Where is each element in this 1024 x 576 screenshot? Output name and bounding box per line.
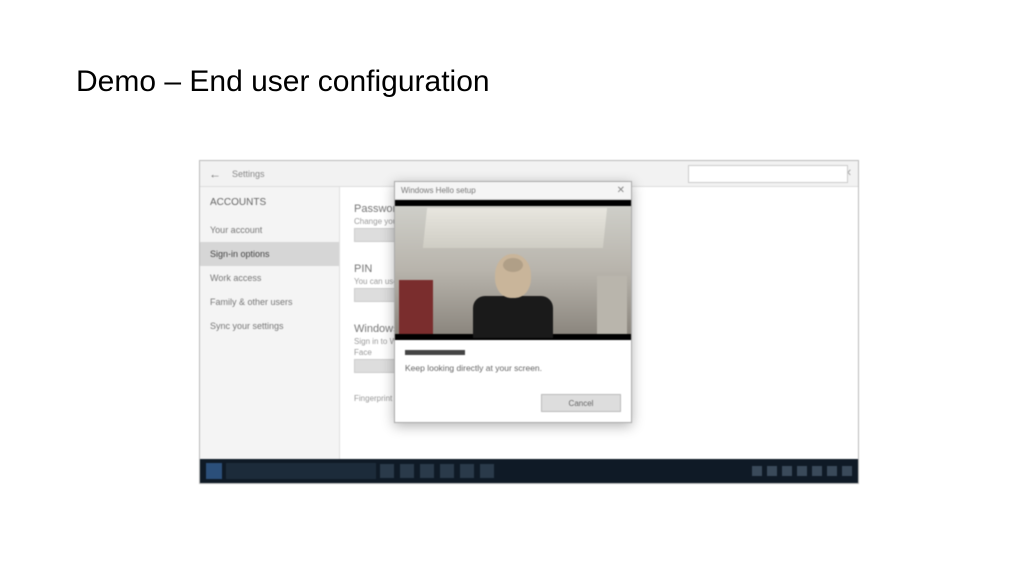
sidebar-item-family[interactable]: Family & other users xyxy=(200,290,339,314)
slide-title: Demo – End user configuration xyxy=(76,65,490,99)
tray-icon-6[interactable] xyxy=(827,466,837,476)
taskbar-app-1[interactable] xyxy=(400,464,414,478)
tray-icon-2[interactable] xyxy=(767,466,777,476)
dialog-title: Windows Hello setup xyxy=(401,186,476,195)
dialog-instruction: Keep looking directly at your screen. xyxy=(405,363,621,374)
camera-person-head xyxy=(495,254,531,298)
sidebar-item-work-access[interactable]: Work access xyxy=(200,266,339,290)
app-title: Settings xyxy=(232,169,265,179)
taskview-icon[interactable] xyxy=(380,464,394,478)
settings-window: ← Settings — ◻ ✕ ACCOUNTS Your account S… xyxy=(200,161,858,483)
taskbar-app-4[interactable] xyxy=(460,464,474,478)
notification-center-icon[interactable] xyxy=(842,466,852,476)
hello-setup-dialog: Windows Hello setup ✕ Keep looking direc… xyxy=(394,181,632,423)
camera-person xyxy=(473,254,553,340)
taskbar-app-5[interactable] xyxy=(480,464,494,478)
sidebar-item-sync[interactable]: Sync your settings xyxy=(200,314,339,338)
dialog-cancel-button[interactable]: Cancel xyxy=(541,394,621,412)
tray-icon-4[interactable] xyxy=(797,466,807,476)
dialog-titlebar: Windows Hello setup ✕ xyxy=(395,182,631,200)
camera-right-object xyxy=(597,276,627,334)
taskbar-app-3[interactable] xyxy=(440,464,454,478)
camera-person-body xyxy=(473,296,553,338)
start-button[interactable] xyxy=(206,463,222,479)
camera-preview xyxy=(395,200,631,340)
tray-icon-3[interactable] xyxy=(782,466,792,476)
sidebar-item-signin-options[interactable]: Sign-in options xyxy=(200,242,339,266)
sidebar-item-your-account[interactable]: Your account xyxy=(200,218,339,242)
back-button[interactable]: ← xyxy=(206,165,224,183)
camera-ceiling xyxy=(423,208,607,248)
taskbar-app-2[interactable] xyxy=(420,464,434,478)
taskbar-search[interactable] xyxy=(226,463,376,479)
scan-progress-bar xyxy=(405,350,465,355)
camera-left-object xyxy=(399,280,433,334)
tray-icon-5[interactable] xyxy=(812,466,822,476)
sidebar-heading: ACCOUNTS xyxy=(200,193,339,218)
tray-icon-1[interactable] xyxy=(752,466,762,476)
screenshot-frame: ← Settings — ◻ ✕ ACCOUNTS Your account S… xyxy=(199,160,859,484)
taskbar xyxy=(200,459,858,483)
dialog-close-button[interactable]: ✕ xyxy=(617,185,625,196)
sidebar: ACCOUNTS Your account Sign-in options Wo… xyxy=(200,187,340,459)
search-input[interactable] xyxy=(688,165,848,183)
